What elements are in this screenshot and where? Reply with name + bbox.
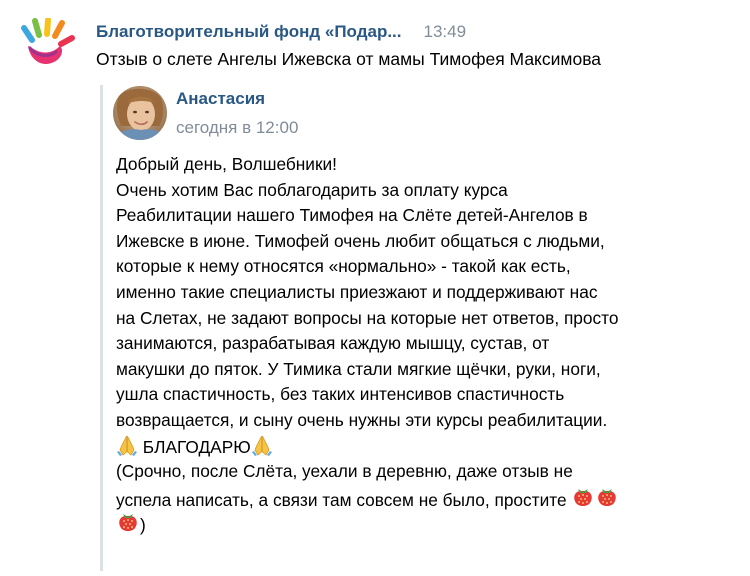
repost-quote-bar bbox=[100, 85, 103, 571]
text-line: Очень хотим Вас поблагодарить за оплату … bbox=[116, 179, 508, 200]
text-line: (Срочно, после Слёта, уехали в деревню, … bbox=[116, 461, 573, 482]
closing-paren: ) bbox=[140, 515, 146, 536]
post-title: Отзыв о слете Ангелы Ижевска от мамы Тим… bbox=[96, 49, 602, 69]
author-avatar[interactable] bbox=[113, 86, 167, 140]
text-line: именно такие специалисты приезжают и под… bbox=[116, 281, 598, 302]
text-line: возвращается, и сыну очень нужны эти кур… bbox=[116, 409, 608, 430]
post-header: Благотворительный фонд «Подар... 13:49 bbox=[96, 20, 466, 44]
text-line: ушла спастичность, без таких интенсивов … bbox=[116, 384, 565, 405]
group-logo-icon[interactable] bbox=[20, 17, 76, 70]
group-name-link[interactable]: Благотворительный фонд «Подар... bbox=[96, 22, 402, 42]
post-time[interactable]: 13:49 bbox=[424, 22, 467, 42]
text-line: которые к нему относятся «нормально» - т… bbox=[116, 256, 571, 277]
thanks-line: БЛАГОДАРЮ bbox=[116, 434, 746, 460]
text-line: Реабилитации нашего Тимофея на Слёте дет… bbox=[116, 205, 588, 226]
text-line: занимаются, разрабатывая каждую мышцу, с… bbox=[116, 333, 550, 354]
wall-post: Благотворительный фонд «Подар... 13:49 О… bbox=[0, 0, 750, 576]
strawberry-icon bbox=[595, 485, 619, 517]
thanks-text: БЛАГОДАРЮ bbox=[138, 436, 251, 457]
text-line: на Слетах, не задают вопросы на которые … bbox=[116, 307, 619, 328]
strawberry-icon bbox=[571, 485, 595, 517]
repost-date[interactable]: сегодня в 12:00 bbox=[176, 118, 298, 138]
text-line: Ижевске в июне. Тимофей очень любит обща… bbox=[116, 230, 605, 251]
repost-author-name[interactable]: Анастасия bbox=[176, 89, 265, 109]
closing-line: успела написать, а связи там совсем не б… bbox=[116, 485, 746, 511]
text-line: Добрый день, Волшебники! bbox=[116, 154, 337, 174]
strawberry-icon bbox=[116, 510, 140, 542]
closing-text: успела написать, а связи там совсем не б… bbox=[116, 489, 572, 510]
text-line: макушки до пяток. У Тимика стали мягкие … bbox=[116, 358, 601, 379]
repost-text: Добрый день, Волшебники! Очень хотим Вас… bbox=[116, 152, 746, 536]
closing-line-end: ) bbox=[116, 510, 746, 536]
